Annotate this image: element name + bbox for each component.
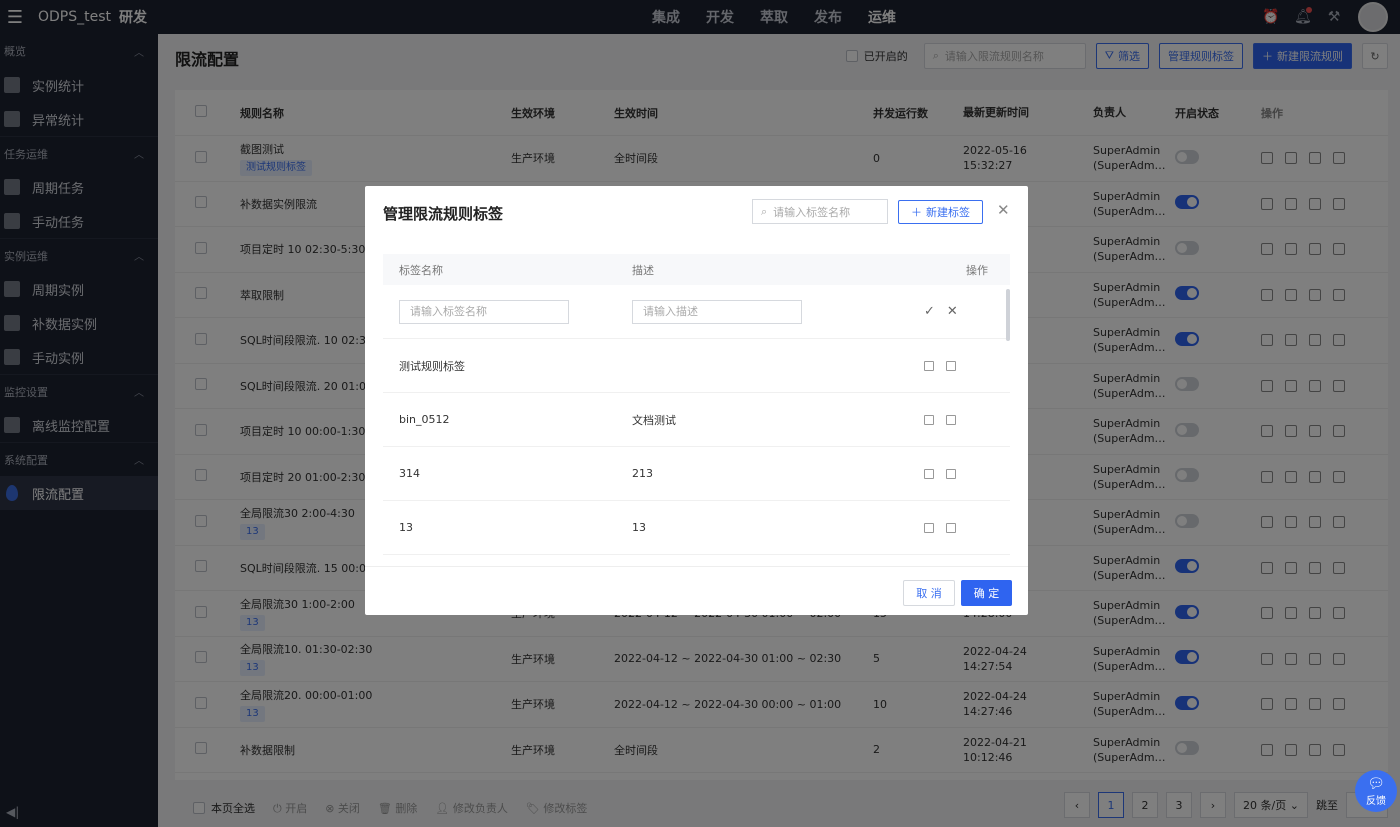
edit-icon[interactable]: [924, 522, 934, 533]
col-tag-name: 标签名称: [399, 263, 443, 277]
tag-desc: 13: [632, 521, 646, 534]
delete-icon[interactable]: [946, 414, 956, 425]
delete-icon[interactable]: [946, 522, 956, 533]
tag-name: 13: [399, 521, 413, 534]
tag-row: 314 213: [383, 447, 1010, 501]
close-icon[interactable]: ✕: [997, 201, 1010, 219]
tag-row: 测试规则标签: [383, 339, 1010, 393]
feedback-button[interactable]: 💬︎ 反馈: [1355, 770, 1397, 812]
delete-icon[interactable]: [946, 360, 956, 371]
plus-icon: ＋: [911, 206, 922, 219]
tag-row: bin_0512 文档测试: [383, 393, 1010, 447]
tag-desc: 213: [632, 467, 653, 480]
ok-button[interactable]: 确 定: [961, 580, 1012, 606]
chat-icon: 💬︎: [1367, 775, 1385, 792]
edit-icon[interactable]: [924, 414, 934, 425]
modal-footer: 取 消 确 定: [365, 566, 1028, 615]
modal-title: 管理限流规则标签: [383, 205, 504, 223]
tags-table: 标签名称 描述 操作 请输入标签名称 请输入描述 ✓ ✕ 测试规则标签 bin_05…: [383, 254, 1010, 566]
edit-icon[interactable]: [924, 360, 934, 371]
tag-search-input[interactable]: ⌕ 请输入标签名称: [752, 199, 888, 224]
tag-desc: 文档测试: [632, 413, 676, 427]
tag-row: 13 13: [383, 501, 1010, 555]
confirm-icon[interactable]: ✓: [924, 304, 935, 319]
manage-tags-modal: 管理限流规则标签 ⌕ 请输入标签名称 ＋新建标签 ✕ 标签名称 描述 操作 请输入…: [365, 186, 1028, 615]
cancel-button[interactable]: 取 消: [903, 580, 955, 606]
tag-name: 314: [399, 467, 420, 480]
search-icon: ⌕: [761, 204, 768, 218]
tag-name-input[interactable]: 请输入标签名称: [399, 299, 569, 324]
col-tag-desc: 描述: [632, 263, 654, 277]
new-tag-row: 请输入标签名称 请输入描述 ✓ ✕: [383, 285, 1010, 339]
new-tag-button[interactable]: ＋新建标签: [898, 200, 983, 224]
tags-table-header: 标签名称 描述 操作: [383, 254, 1010, 285]
tag-name: 测试规则标签: [399, 359, 465, 373]
delete-icon[interactable]: [946, 468, 956, 479]
tag-desc-input[interactable]: 请输入描述: [632, 299, 802, 324]
cancel-icon[interactable]: ✕: [947, 304, 958, 319]
edit-icon[interactable]: [924, 468, 934, 479]
tag-name: bin_0512: [399, 413, 450, 426]
tags-scrollbar[interactable]: [1006, 289, 1010, 341]
tags-table-body: 测试规则标签 bin_0512 文档测试 314 213 13 13: [383, 339, 1010, 555]
col-tag-ops: 操作: [966, 263, 988, 277]
